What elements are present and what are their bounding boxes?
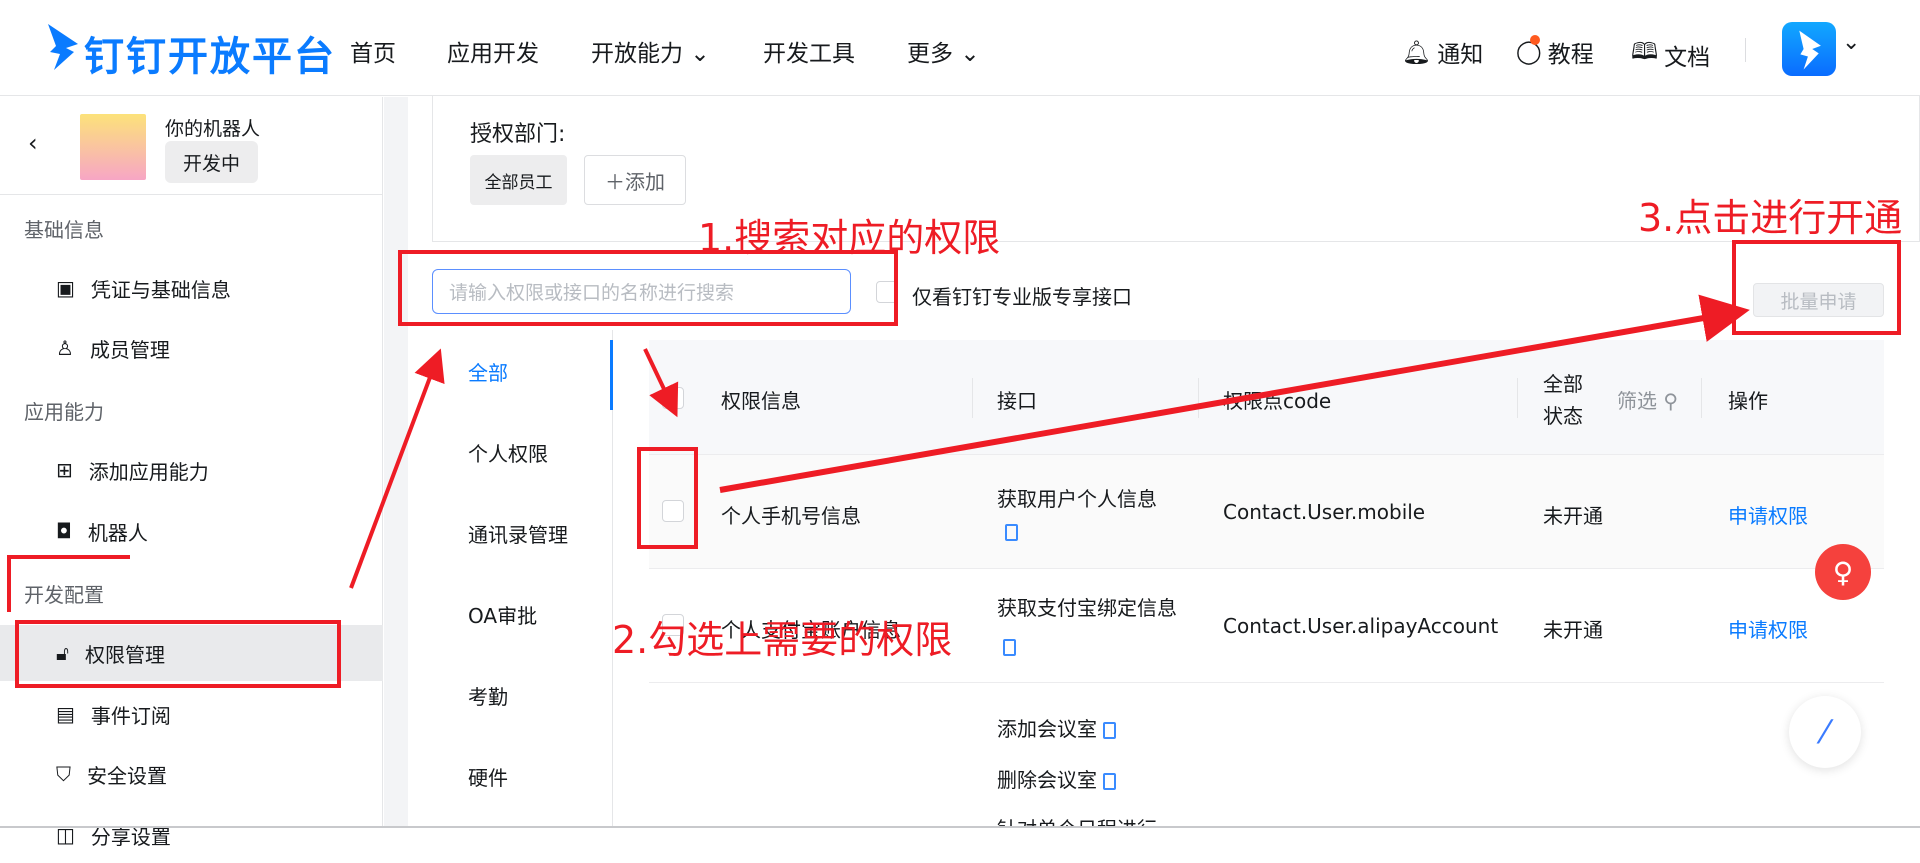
annotation-step1: 1.搜索对应的权限 (698, 216, 1001, 260)
annotation-box-checkbox (637, 447, 698, 549)
annotation-arrow (349, 348, 445, 589)
annotation-step2: 2.勾选上需要的权限 (612, 618, 953, 662)
annotation-box-search (398, 250, 898, 326)
annotation-box-devconfig (7, 555, 130, 612)
annotation-box-batch (1732, 240, 1901, 335)
annotation-box-permissions (15, 620, 341, 688)
annotation-step3: 3.点击进行开通 (1638, 196, 1903, 240)
annotation-arrow (719, 294, 1750, 493)
annotation-overlay (7, 240, 1901, 688)
annotation-arrow (643, 348, 679, 418)
